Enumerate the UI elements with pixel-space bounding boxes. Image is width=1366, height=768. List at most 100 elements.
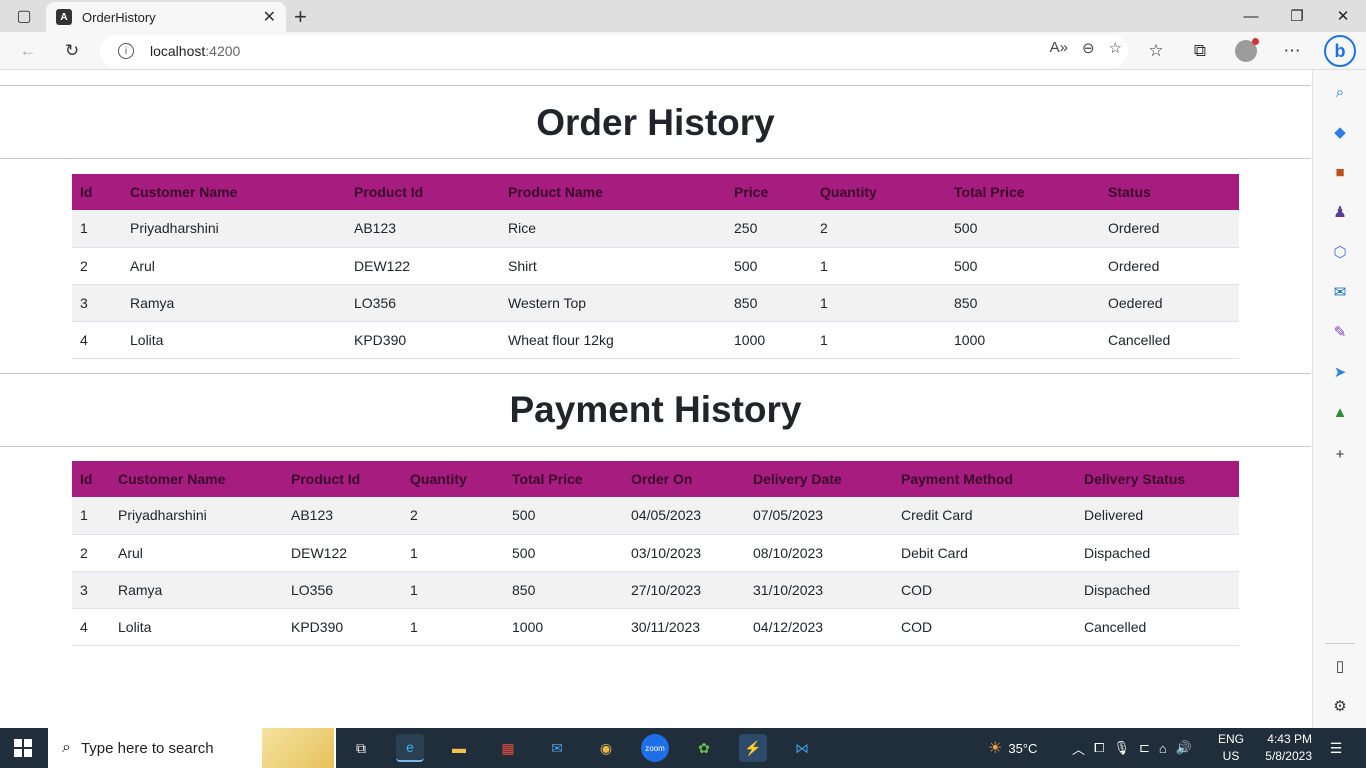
volume-icon[interactable]: 🔊 [1176,740,1192,756]
cell-status: Oedered [1100,284,1239,322]
settings-gear-icon[interactable]: ⚙ [1330,696,1350,716]
tab-actions-icon[interactable]: ▢ [10,6,38,26]
mail-icon[interactable]: ✉ [543,734,571,762]
microphone-icon[interactable]: 🎙 [1113,740,1130,756]
table-row: 1 Priyadharshini AB123 2 500 04/05/2023 … [72,497,1239,535]
network-icon[interactable]: ⊏ [1139,740,1150,756]
cell-order-on: 03/10/2023 [623,534,745,572]
cell-delivery-status: Dispached [1076,571,1239,609]
divider [0,85,1311,86]
edge-sidebar: ⌕ ◆ ■ ♟ ⬡ ✉ ✎ ➤ ▲ + ▯ ⚙ [1312,70,1366,728]
tab-title: OrderHistory [82,9,156,25]
taskbar-search-box[interactable]: ⌕ Type here to search [48,728,336,768]
shopping-tag-icon[interactable]: ◆ [1330,122,1350,142]
cell-payment-method: Credit Card [893,497,1076,535]
cell-delivery-date: 08/10/2023 [745,534,893,572]
cell-payment-method: COD [893,571,1076,609]
games-icon[interactable]: ♟ [1330,202,1350,222]
search-icon[interactable]: ⌕ [1330,82,1350,102]
cell-product-id: LO356 [283,571,402,609]
vscode-icon[interactable]: ⋈ [788,734,816,762]
chrome-icon[interactable]: ◉ [592,734,620,762]
lang-code: ENG [1218,732,1245,746]
designer-icon[interactable]: ✎ [1330,322,1350,342]
clock-date: 5/8/2023 [1265,749,1312,763]
cell-price: 850 [726,284,812,322]
restore-icon[interactable]: ❐ [1274,0,1320,32]
language-indicator[interactable]: ENG US [1218,731,1244,765]
table-row: 2 Arul DEW122 1 500 03/10/2023 08/10/202… [72,534,1239,572]
column-header: Delivery Status [1076,461,1239,497]
cell-product-id: LO356 [346,284,500,322]
site-info-icon[interactable]: i [118,43,134,59]
cell-id: 1 [72,497,110,535]
address-bar[interactable]: i localhost:4200 A» ⊖ ☆ [100,35,1128,67]
spring-tool-icon[interactable]: ✿ [690,734,718,762]
more-options-icon[interactable]: ⋯ [1278,38,1306,64]
bing-chat-icon[interactable]: b [1324,35,1356,67]
column-header: Delivery Date [745,461,893,497]
office-icon[interactable]: ⬡ [1330,242,1350,262]
cell-id: 4 [72,321,122,359]
refresh-icon[interactable]: ↻ [58,38,86,64]
zoom-icon[interactable]: zoom [641,734,669,762]
zoom-out-icon[interactable]: ⊖ [1082,39,1095,57]
task-view-icon[interactable]: ⧉ [347,734,375,762]
add-sidebar-item-icon[interactable]: + [1330,444,1350,464]
divider [0,158,1311,159]
tree-icon[interactable]: ▲ [1330,402,1350,422]
browser-tab[interactable]: A OrderHistory ✕ [46,2,286,32]
cell-total-price: 1000 [504,608,623,646]
windows-start-icon[interactable] [14,739,32,757]
send-icon[interactable]: ➤ [1330,362,1350,382]
taskbar-clock[interactable]: 4:43 PM 5/8/2023 [1250,731,1312,765]
file-explorer-icon[interactable]: ▬ [445,734,473,762]
column-header: Quantity [812,174,946,210]
cell-id: 1 [72,210,122,248]
wifi-icon[interactable]: ⌂ [1159,741,1167,756]
weather-widget[interactable]: ☀ 35°C [988,728,1037,768]
tools-briefcase-icon[interactable]: ■ [1330,162,1350,182]
angular-favicon-icon: A [56,9,72,25]
hide-sidebar-icon[interactable]: ▯ [1330,656,1350,676]
read-aloud-icon[interactable]: A» [1050,39,1068,57]
add-favorite-icon[interactable]: ☆ [1109,39,1122,57]
cell-id: 4 [72,608,110,646]
weather-temp: 35°C [1008,740,1038,756]
notifications-icon[interactable]: ☰ [1322,734,1350,762]
cell-product-name: Western Top [500,284,726,322]
close-tab-icon[interactable]: ✕ [263,7,276,27]
payment-history-table: Id Customer Name Product Id Quantity Tot… [72,461,1239,646]
outlook-icon[interactable]: ✉ [1330,282,1350,302]
column-header: Customer Name [122,174,346,210]
cell-total-price: 850 [946,284,1100,322]
window-close-icon[interactable]: ✕ [1320,0,1366,32]
column-header: Price [726,174,812,210]
cell-id: 2 [72,534,110,572]
column-header: Quantity [402,461,504,497]
column-header: Total Price [946,174,1100,210]
meet-now-icon[interactable]: ⧠ [1094,740,1104,756]
new-tab-icon[interactable]: + [294,4,307,30]
cell-customer-name: Ramya [110,571,283,609]
microsoft-store-icon[interactable]: ▦ [494,734,522,762]
sql-workbench-icon[interactable]: ⚡ [739,734,767,762]
chevron-up-icon[interactable]: ︿ [1072,739,1085,758]
column-header: Product Name [500,174,726,210]
cell-customer-name: Arul [110,534,283,572]
windows-taskbar: ⌕ Type here to search ⧉ e ▬ ▦ ✉ ◉ zoom ✿… [0,728,1366,768]
cell-status: Ordered [1100,210,1239,248]
table-row: 3 Ramya LO356 Western Top 850 1 850 Oede… [72,284,1239,322]
minimize-icon[interactable]: — [1228,0,1274,32]
browser-toolbar: ← ↻ i localhost:4200 A» ⊖ ☆ ☆ ⧉ ⋯ b [0,32,1366,70]
cell-payment-method: COD [893,608,1076,646]
back-icon[interactable]: ← [14,38,42,64]
cell-id: 2 [72,247,122,285]
profile-avatar[interactable] [1235,38,1259,62]
cell-id: 3 [72,571,110,609]
cell-product-id: AB123 [346,210,500,248]
cell-total-price: 500 [504,534,623,572]
favorites-icon[interactable]: ☆ [1142,38,1170,64]
edge-browser-icon[interactable]: e [396,734,424,762]
collections-icon[interactable]: ⧉ [1186,38,1214,64]
